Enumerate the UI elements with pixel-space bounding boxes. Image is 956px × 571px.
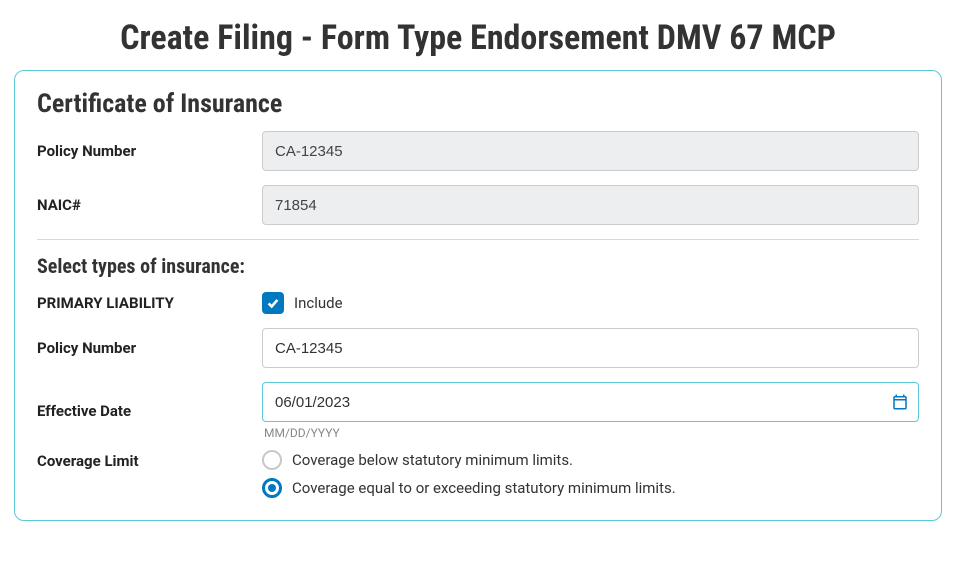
primary-liability-row: PRIMARY LIABILITY Include xyxy=(37,292,919,314)
include-checkbox[interactable] xyxy=(262,292,284,314)
policy-number-field xyxy=(262,131,919,171)
primary-liability-label: PRIMARY LIABILITY xyxy=(37,294,262,312)
coverage-equal-label: Coverage equal to or exceeding statutory… xyxy=(292,479,676,497)
effective-date-row: Effective Date MM/DD/YYYY xyxy=(37,382,919,440)
coverage-below-label: Coverage below statutory minimum limits. xyxy=(292,451,573,469)
liability-policy-number-row: Policy Number xyxy=(37,328,919,368)
divider xyxy=(37,239,919,240)
policy-number-row: Policy Number xyxy=(37,131,919,171)
certificate-heading: Certificate of Insurance xyxy=(37,89,919,119)
coverage-limit-row: Coverage Limit Coverage below statutory … xyxy=(37,450,919,498)
calendar-icon[interactable] xyxy=(891,393,909,411)
policy-number-label: Policy Number xyxy=(37,142,262,160)
radio-icon xyxy=(262,478,282,498)
check-icon xyxy=(266,296,280,310)
naic-row: NAIC# xyxy=(37,185,919,225)
effective-date-label: Effective Date xyxy=(37,402,262,420)
liability-policy-number-field[interactable] xyxy=(262,328,919,368)
certificate-card: Certificate of Insurance Policy Number N… xyxy=(14,70,942,521)
liability-policy-number-label: Policy Number xyxy=(37,339,262,357)
coverage-equal-option[interactable]: Coverage equal to or exceeding statutory… xyxy=(262,478,919,498)
effective-date-field[interactable] xyxy=(262,382,919,422)
radio-icon xyxy=(262,450,282,470)
effective-date-hint: MM/DD/YYYY xyxy=(264,426,919,440)
types-heading: Select types of insurance: xyxy=(37,254,919,278)
page-title: Create Filing - Form Type Endorsement DM… xyxy=(0,18,956,58)
coverage-limit-label: Coverage Limit xyxy=(37,450,262,470)
include-label: Include xyxy=(294,294,343,312)
naic-field xyxy=(262,185,919,225)
coverage-below-option[interactable]: Coverage below statutory minimum limits. xyxy=(262,450,919,470)
naic-label: NAIC# xyxy=(37,196,262,214)
